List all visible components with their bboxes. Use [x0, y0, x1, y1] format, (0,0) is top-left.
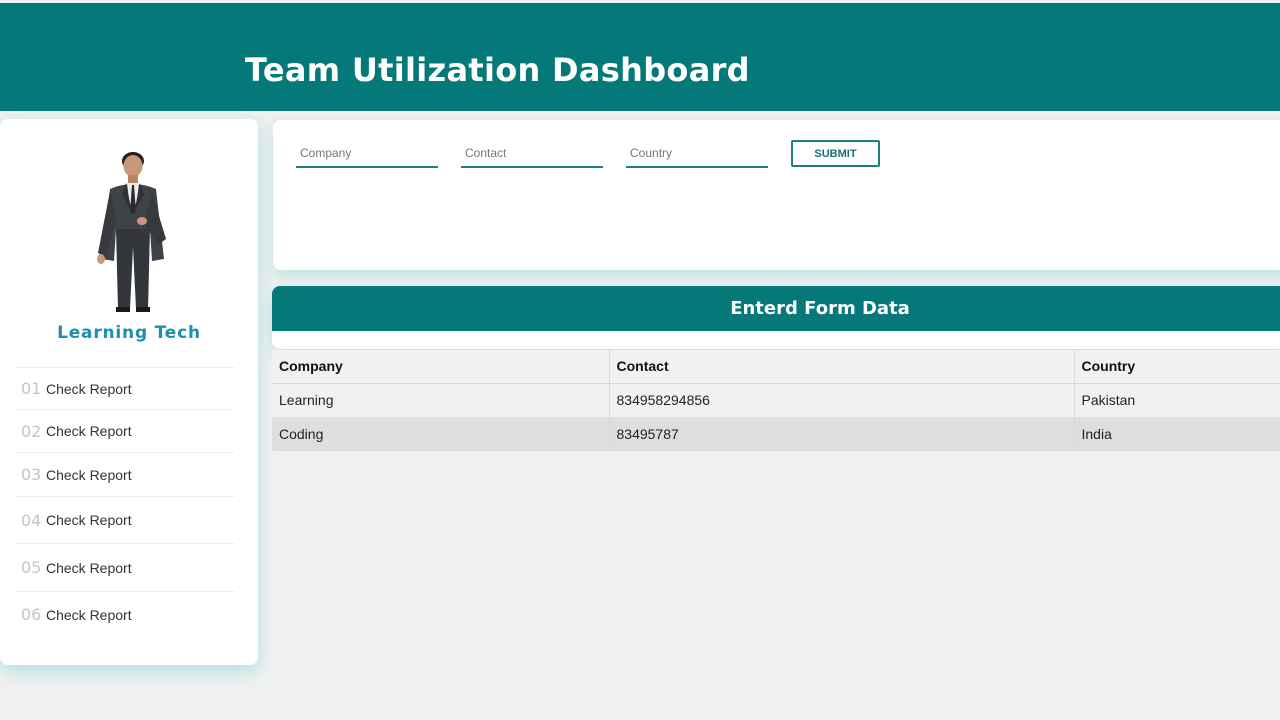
column-header-company: Company — [272, 350, 610, 383]
menu-number: 01 — [21, 379, 42, 398]
menu-number: 03 — [21, 465, 42, 484]
sidebar: Learning Tech 01 Check Report 02 Check R… — [0, 119, 258, 665]
data-table-container: Company Contact Country Learning 8349582… — [272, 350, 1280, 451]
menu-number: 06 — [21, 605, 42, 624]
cell-company: Coding — [272, 417, 610, 451]
sidebar-menu: 01 Check Report 02 Check Report 03 Check… — [16, 367, 234, 637]
cell-contact: 834958294856 — [609, 383, 1075, 417]
sidebar-item-check-report-2[interactable]: 02 Check Report — [16, 409, 234, 452]
sidebar-item-check-report-4[interactable]: 04 Check Report — [16, 496, 234, 543]
menu-label: Check Report — [46, 423, 132, 439]
businessman-avatar — [97, 152, 166, 312]
column-header-contact: Contact — [609, 350, 1075, 383]
data-section-header: Enterd Form Data — [272, 286, 1280, 349]
cell-contact: 83495787 — [609, 417, 1075, 451]
menu-number: 04 — [21, 510, 42, 530]
page-title: Team Utilization Dashboard — [245, 51, 750, 89]
column-header-country: Country — [1081, 358, 1136, 375]
sidebar-item-check-report-5[interactable]: 05 Check Report — [16, 543, 234, 591]
app-header: Team Utilization Dashboard — [0, 3, 1280, 111]
sidebar-item-check-report-3[interactable]: 03 Check Report — [16, 452, 234, 496]
cell-company: Learning — [272, 383, 610, 417]
sidebar-item-check-report-1[interactable]: 01 Check Report — [16, 367, 234, 409]
company-input[interactable] — [296, 144, 438, 168]
menu-number: 05 — [21, 558, 42, 577]
table-row: Coding 83495787 India — [272, 417, 1280, 451]
table-row: Learning 834958294856 Pakistan — [272, 383, 1280, 417]
submit-button[interactable]: SUBMIT — [791, 140, 880, 167]
contact-input[interactable] — [461, 144, 603, 168]
country-input[interactable] — [626, 144, 768, 168]
menu-label: Check Report — [46, 559, 132, 576]
table-header-row: Company Contact Country — [272, 350, 1280, 383]
menu-label: Check Report — [46, 380, 132, 397]
cell-country: Pakistan — [1081, 392, 1136, 409]
data-section-title: Enterd Form Data — [730, 298, 910, 319]
entry-form: SUBMIT — [273, 120, 1280, 270]
menu-label: Check Report — [46, 606, 132, 623]
menu-number: 02 — [21, 421, 42, 441]
brand-name: Learning Tech — [57, 323, 201, 343]
sidebar-item-check-report-6[interactable]: 06 Check Report — [16, 591, 234, 637]
menu-label: Check Report — [46, 466, 132, 483]
cell-country: India — [1081, 426, 1112, 442]
data-table: Company Contact Country Learning 8349582… — [272, 350, 1280, 451]
menu-label: Check Report — [46, 512, 132, 528]
